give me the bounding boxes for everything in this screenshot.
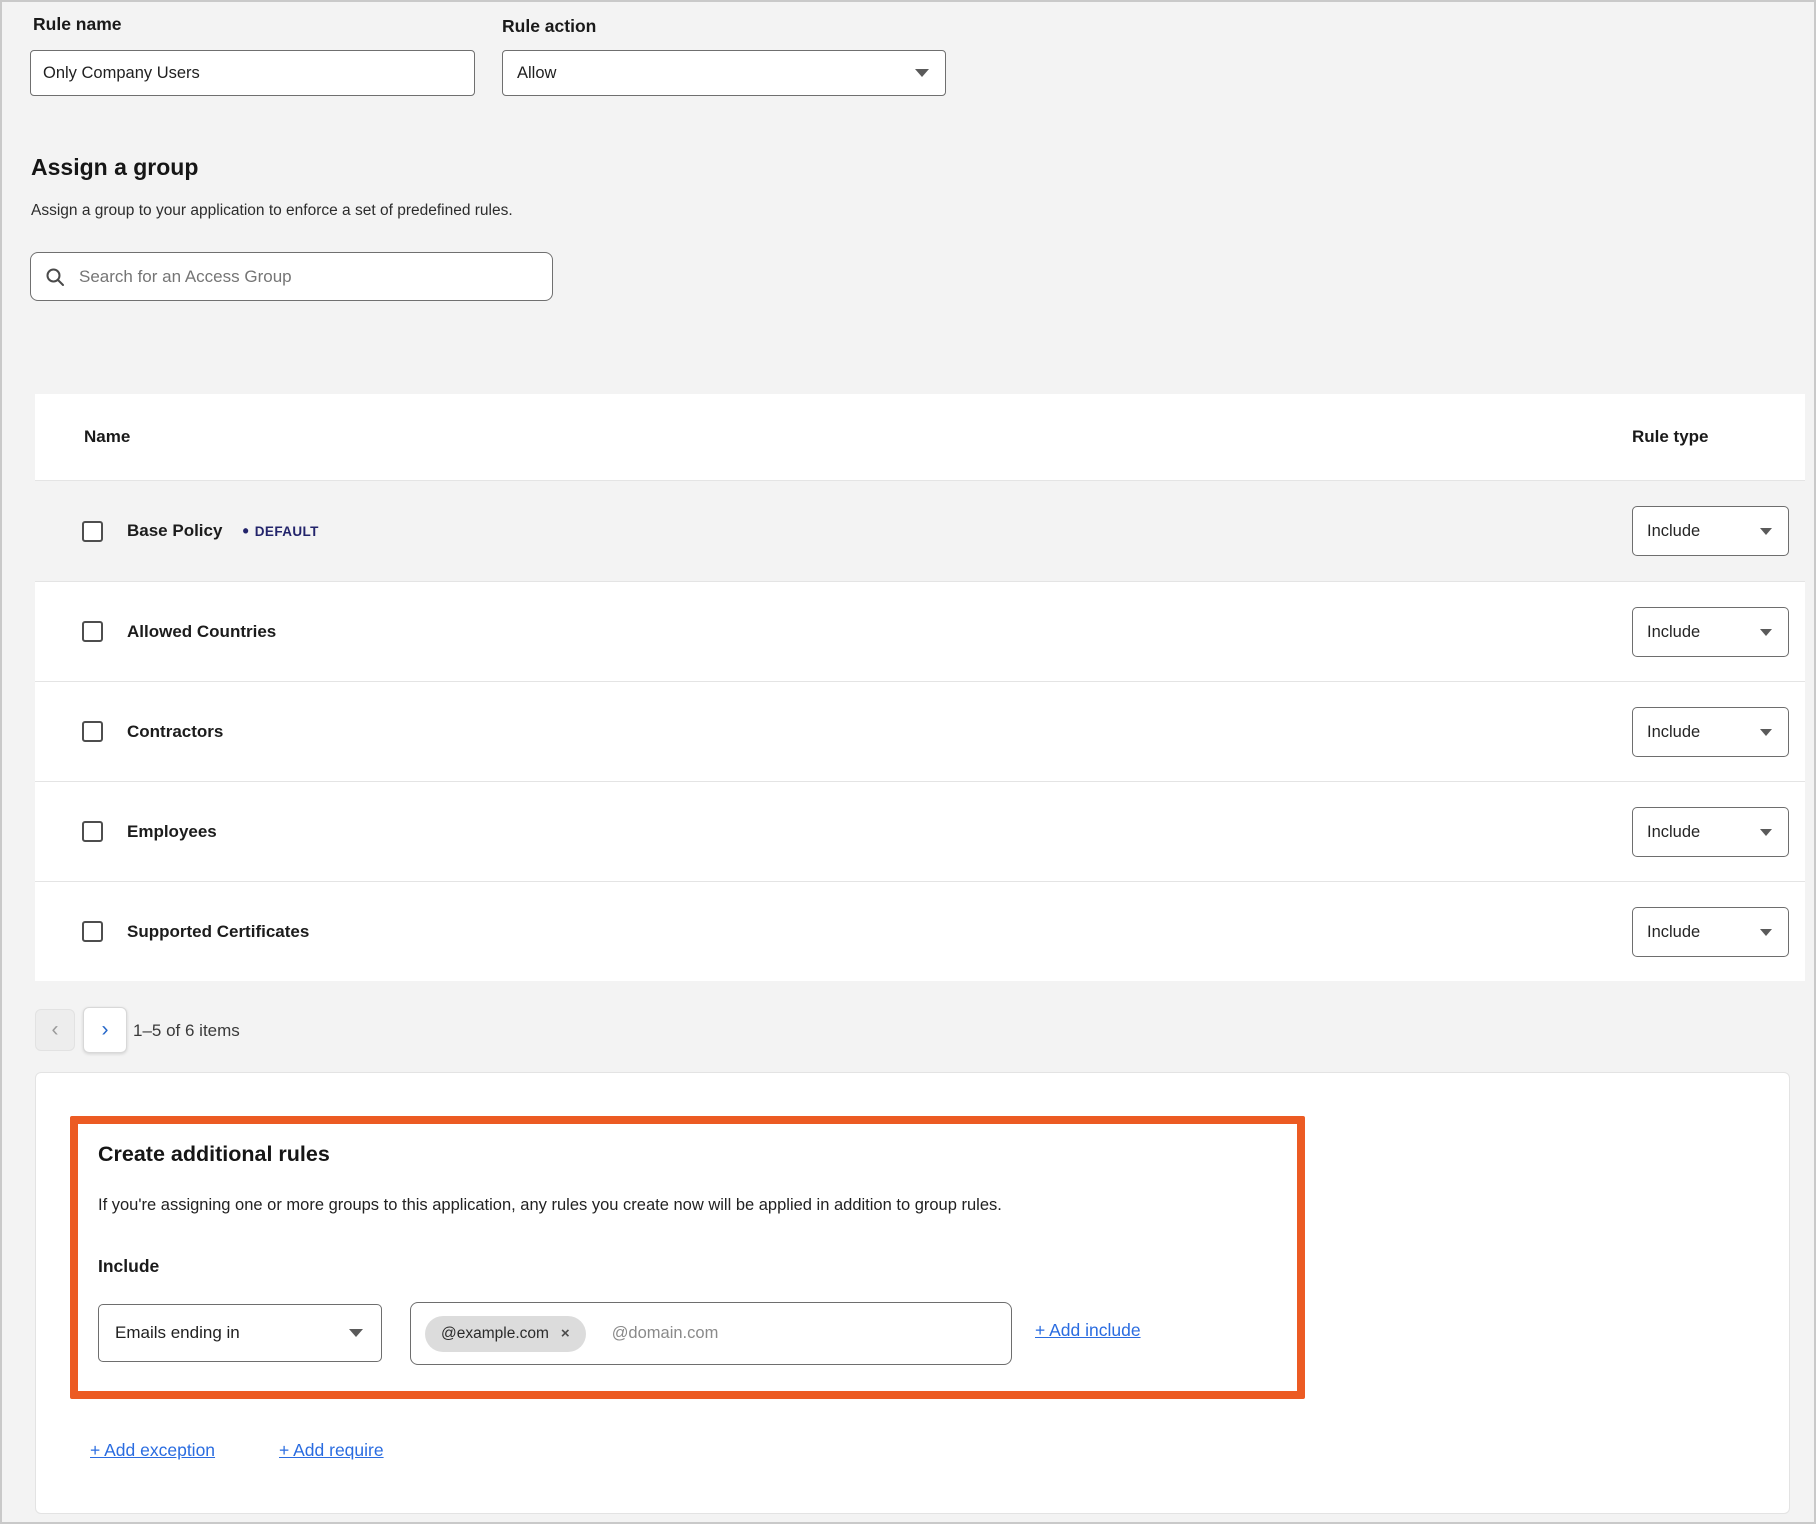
row-checkbox[interactable] <box>82 821 103 842</box>
add-require-link[interactable]: + Add require <box>279 1440 384 1461</box>
bullet-icon: • <box>242 522 248 540</box>
row-name: Supported Certificates <box>127 922 309 942</box>
default-badge: • DEFAULT <box>242 522 318 540</box>
chevron-down-icon <box>1760 629 1772 636</box>
rule-action-select[interactable]: Allow <box>502 50 946 96</box>
rule-condition-select[interactable]: Emails ending in <box>98 1304 382 1362</box>
table-header: Name Rule type <box>35 394 1805 481</box>
page: Rule name Rule action Allow Assign a gro… <box>0 0 1816 1524</box>
rule-type-select[interactable]: Include <box>1632 907 1789 957</box>
column-header-name: Name <box>84 394 130 480</box>
rule-action-label: Rule action <box>502 16 596 37</box>
domain-input[interactable] <box>610 1323 997 1344</box>
row-name: Employees <box>127 822 217 842</box>
email-domains-input: @example.com × <box>410 1302 1012 1365</box>
rule-type-select[interactable]: Include <box>1632 807 1789 857</box>
rule-action-value: Allow <box>517 64 556 83</box>
include-label: Include <box>98 1256 159 1277</box>
row-name: Allowed Countries <box>127 622 276 642</box>
table-row: Contractors Include <box>35 681 1805 781</box>
column-header-rule-type: Rule type <box>1632 394 1709 480</box>
row-name: Contractors <box>127 722 223 742</box>
row-checkbox[interactable] <box>82 621 103 642</box>
chevron-down-icon <box>1760 829 1772 836</box>
search-input[interactable] <box>77 266 538 288</box>
add-include-link[interactable]: + Add include <box>1035 1320 1141 1341</box>
rule-type-select[interactable]: Include <box>1632 707 1789 757</box>
chevron-down-icon <box>915 69 929 77</box>
add-exception-link[interactable]: + Add exception <box>90 1440 215 1461</box>
row-checkbox[interactable] <box>82 921 103 942</box>
highlight-box: Create additional rules If you're assign… <box>70 1116 1305 1399</box>
assign-group-heading: Assign a group <box>31 154 198 181</box>
row-name: Base Policy <box>127 521 222 541</box>
remove-chip-icon[interactable]: × <box>561 1326 570 1341</box>
chevron-right-icon: › <box>102 1018 109 1042</box>
access-groups-table: Name Rule type Base Policy • DEFAULT Inc… <box>35 394 1805 981</box>
rule-name-label: Rule name <box>33 14 122 35</box>
additional-rules-heading: Create additional rules <box>98 1142 330 1167</box>
row-checkbox[interactable] <box>82 721 103 742</box>
assign-group-description: Assign a group to your application to en… <box>31 202 513 220</box>
additional-rules-description: If you're assigning one or more groups t… <box>98 1196 1278 1215</box>
pagination-prev-button[interactable]: ‹ <box>35 1009 75 1051</box>
search-icon <box>45 267 65 287</box>
rule-type-select[interactable]: Include <box>1632 607 1789 657</box>
chevron-down-icon <box>1760 528 1772 535</box>
table-row: Base Policy • DEFAULT Include <box>35 481 1805 581</box>
email-chip: @example.com × <box>425 1316 586 1352</box>
table-row: Supported Certificates Include <box>35 881 1805 981</box>
chevron-down-icon <box>349 1329 363 1337</box>
table-row: Allowed Countries Include <box>35 581 1805 681</box>
chevron-down-icon <box>1760 729 1772 736</box>
table-row: Employees Include <box>35 781 1805 881</box>
row-checkbox[interactable] <box>82 521 103 542</box>
rule-type-select[interactable]: Include <box>1632 506 1789 556</box>
rule-name-input[interactable] <box>30 50 475 96</box>
access-group-search <box>30 252 553 301</box>
chevron-down-icon <box>1760 929 1772 936</box>
pagination-range: 1–5 of 6 items <box>133 1021 240 1041</box>
chevron-left-icon: ‹ <box>52 1018 59 1042</box>
pagination-next-button[interactable]: › <box>83 1007 127 1053</box>
